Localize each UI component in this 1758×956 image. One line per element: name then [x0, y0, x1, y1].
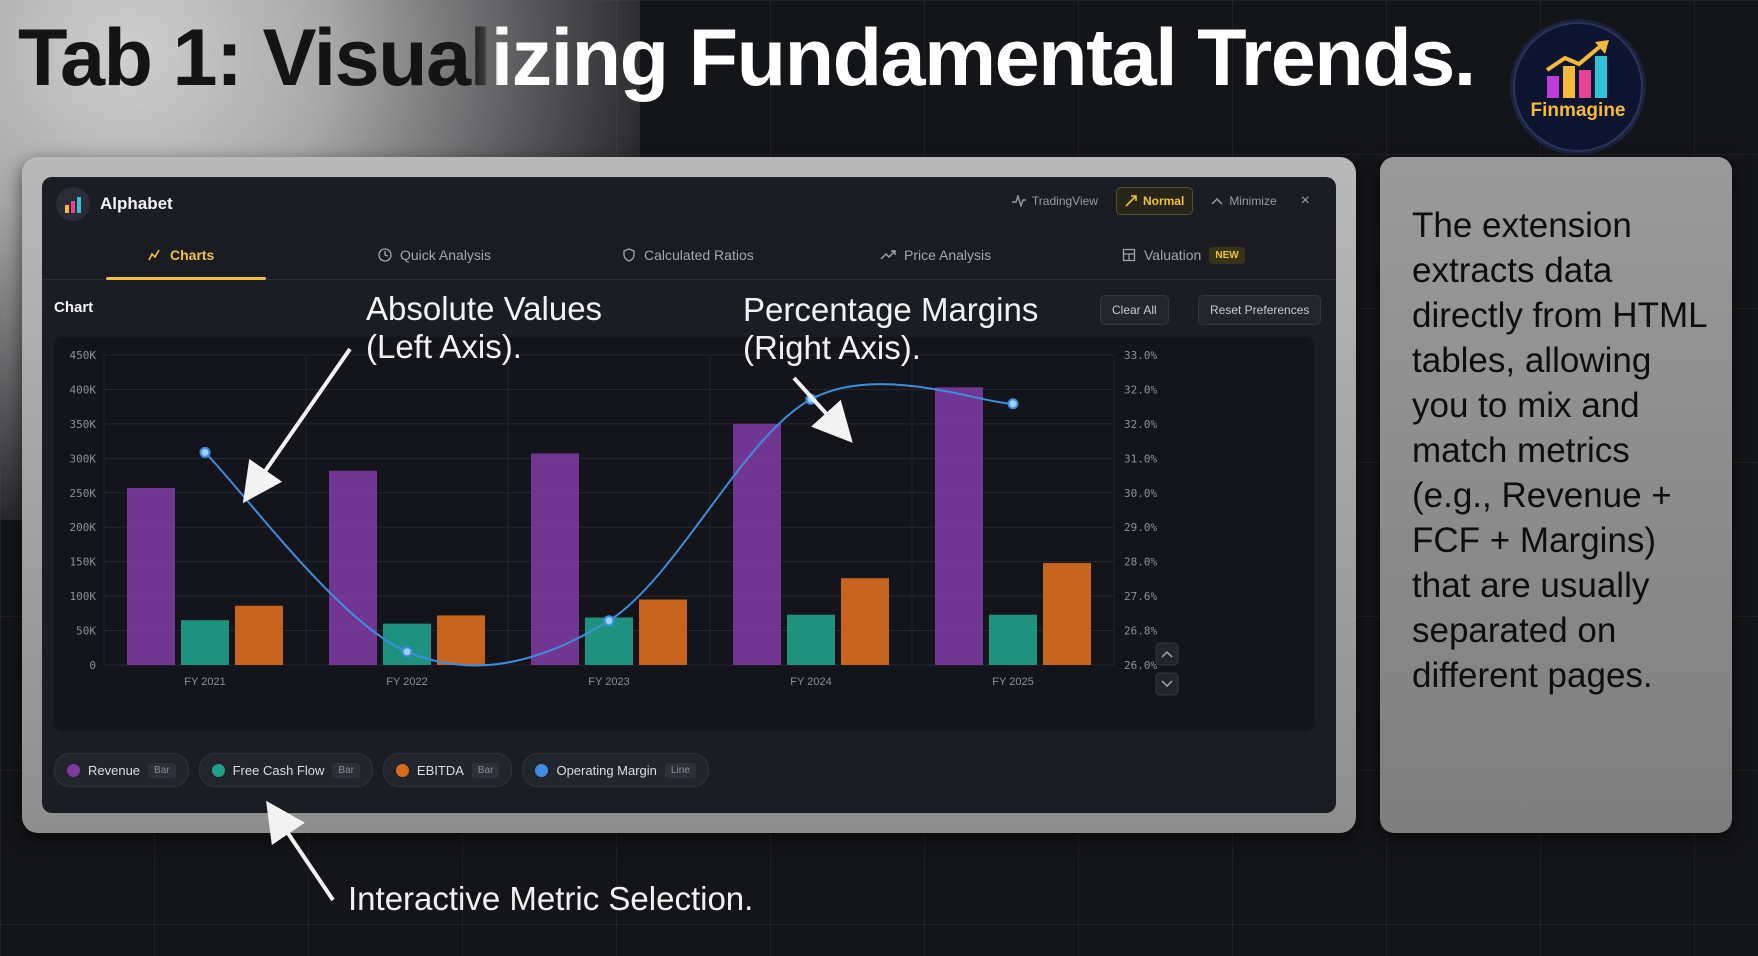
arrow-metric-selection [266, 800, 335, 902]
arrow-right-axis [792, 376, 853, 443]
arrow-left-axis [242, 347, 352, 504]
annotation-arrows [242, 347, 853, 902]
